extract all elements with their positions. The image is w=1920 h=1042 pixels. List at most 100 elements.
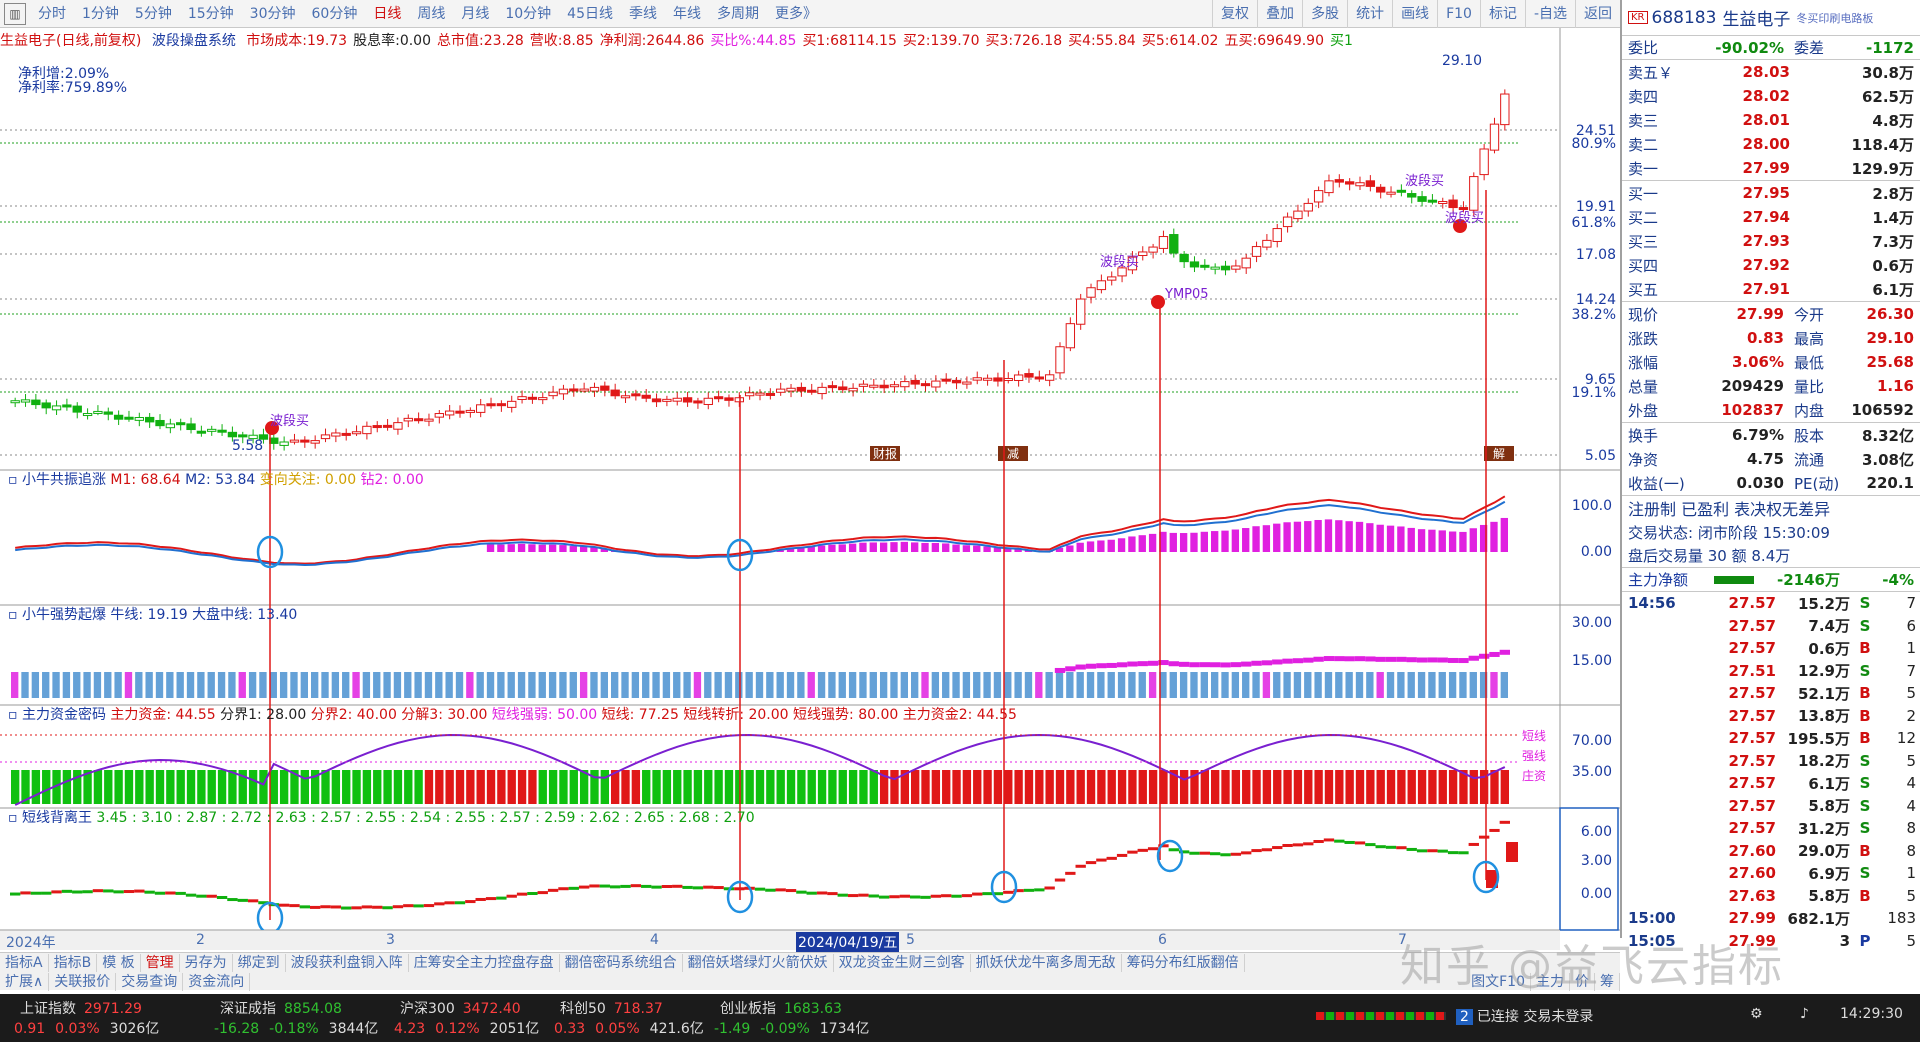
indicator-tab[interactable]: 扩展∧ bbox=[0, 972, 50, 991]
period-tab-12[interactable]: 年线 bbox=[665, 0, 709, 28]
order-book-row[interactable]: 卖三 28.01 4.8万 bbox=[1622, 108, 1920, 132]
candle bbox=[1169, 228, 1179, 258]
window-menu-icon[interactable]: ▥ bbox=[4, 2, 26, 25]
index-quote[interactable]: 深证成指 8854.08 bbox=[220, 998, 342, 1018]
panel1-bar bbox=[1324, 519, 1333, 552]
indicator-tab[interactable]: 双龙资金生财三剑客 bbox=[834, 953, 971, 972]
index-quote[interactable]: 科创50 718.37 bbox=[560, 998, 663, 1018]
book-label: 卖三 bbox=[1628, 111, 1659, 130]
event-tag[interactable]: 减 bbox=[998, 446, 1028, 461]
main-net-row: 主力净额 -2146万 -4% bbox=[1622, 568, 1920, 592]
period-tab-13[interactable]: 多周期 bbox=[709, 0, 767, 28]
candle bbox=[217, 424, 227, 436]
panel3-bar bbox=[662, 770, 672, 804]
period-tab-6[interactable]: 日线 bbox=[365, 0, 409, 28]
tool-button-5[interactable]: F10 bbox=[1437, 0, 1480, 28]
order-book-row[interactable]: 买一 27.95 2.8万 bbox=[1622, 181, 1920, 205]
indicator-tab-right[interactable]: 筹 bbox=[1595, 972, 1620, 991]
tool-button-1[interactable]: 叠加 bbox=[1257, 0, 1302, 28]
event-tag[interactable]: 解 bbox=[1484, 446, 1514, 461]
order-book-row[interactable]: 买二 27.94 1.4万 bbox=[1622, 205, 1920, 229]
candle bbox=[1365, 175, 1376, 192]
index-quote[interactable]: 创业板指 1683.63 bbox=[720, 998, 842, 1018]
period-tab-11[interactable]: 季线 bbox=[621, 0, 665, 28]
indicator-tab[interactable]: 交易查询 bbox=[116, 972, 184, 991]
indicator-tab[interactable]: 筹码分布红版翻倍 bbox=[1122, 953, 1245, 972]
indicator-tab[interactable]: 庄筹安全主力控盘存盘 bbox=[409, 953, 560, 972]
event-tag[interactable]: 财报 bbox=[870, 446, 900, 461]
panel3-bar bbox=[642, 770, 651, 804]
indicator-tab[interactable]: 指标B bbox=[49, 953, 98, 972]
indicator-tab[interactable]: 模 板 bbox=[97, 953, 141, 972]
tool-button-7[interactable]: -自选 bbox=[1524, 0, 1575, 28]
period-tab-5[interactable]: 60分钟 bbox=[304, 0, 366, 28]
order-book-row[interactable]: 买三 27.93 7.3万 bbox=[1622, 229, 1920, 253]
period-tab-4[interactable]: 30分钟 bbox=[242, 0, 304, 28]
panel2-bar bbox=[931, 672, 940, 698]
panel3-bar bbox=[1376, 770, 1385, 804]
panel2-bar bbox=[528, 672, 536, 698]
panel4-step bbox=[1292, 843, 1304, 847]
order-book-row[interactable]: 卖二 28.00 118.4万 bbox=[1622, 132, 1920, 156]
tool-button-8[interactable]: 返回 bbox=[1575, 0, 1620, 28]
period-tab-2[interactable]: 5分钟 bbox=[127, 0, 180, 28]
indicator-tab[interactable]: 翻倍妖塔绿灯火箭伏妖 bbox=[683, 953, 834, 972]
tool-button-2[interactable]: 多股 bbox=[1302, 0, 1347, 28]
tool-button-0[interactable]: 复权 bbox=[1212, 0, 1257, 28]
indicator-tab[interactable]: 翻倍密码系统组合 bbox=[560, 953, 683, 972]
panel2-bar bbox=[548, 672, 557, 698]
bell-icon[interactable]: ♪ bbox=[1800, 1006, 1809, 1022]
settings-icon[interactable]: ⚙ bbox=[1750, 1006, 1763, 1022]
order-book-row[interactable]: 卖五￥ 28.03 30.8万 bbox=[1622, 60, 1920, 84]
indicator-tab[interactable]: 绑定到 bbox=[233, 953, 286, 972]
index-quote[interactable]: 沪深300 3472.40 bbox=[400, 998, 521, 1018]
stat-value: 26.30 bbox=[1866, 305, 1914, 323]
candle bbox=[1189, 256, 1200, 273]
panel2-step bbox=[1168, 661, 1179, 667]
indicator-tab[interactable]: 关联报价 bbox=[49, 972, 117, 991]
indicator-tab[interactable]: 抓妖伏龙牛离多周无敌 bbox=[971, 953, 1122, 972]
order-book-row[interactable]: 买五 27.91 6.1万 bbox=[1622, 277, 1920, 301]
panel2-bar bbox=[724, 672, 733, 698]
indicator-tab-right[interactable]: 价 bbox=[1570, 972, 1595, 991]
panel4-step bbox=[1272, 846, 1283, 850]
indicator-tab-right[interactable]: 图文F10 bbox=[1466, 972, 1531, 991]
indicator-tab[interactable]: 管理 bbox=[141, 953, 180, 972]
tool-button-6[interactable]: 标记 bbox=[1479, 0, 1525, 28]
panel2-bar bbox=[435, 672, 443, 698]
tool-button-4[interactable]: 画线 bbox=[1392, 0, 1437, 28]
panel2-bar bbox=[1355, 672, 1364, 698]
period-tab-8[interactable]: 月线 bbox=[453, 0, 497, 28]
panel2-step bbox=[1416, 657, 1428, 663]
order-book-row[interactable]: 卖四 28.02 62.5万 bbox=[1622, 84, 1920, 108]
period-tab-14[interactable]: 更多》 bbox=[767, 0, 825, 28]
panel3-bar bbox=[1179, 770, 1189, 804]
index-quote[interactable]: 上证指数 2971.29 bbox=[20, 998, 142, 1018]
indicator-tab-right[interactable]: 主力 bbox=[1531, 972, 1570, 991]
panel4-step bbox=[1034, 888, 1045, 892]
indicator-tab[interactable]: 另存为 bbox=[180, 953, 233, 972]
period-tab-10[interactable]: 45日线 bbox=[559, 0, 621, 28]
stock-industry[interactable]: 冬买印刷电路板 bbox=[1796, 10, 1873, 26]
order-book-row[interactable]: 卖一 27.99 129.9万 bbox=[1622, 156, 1920, 180]
connection-status[interactable]: 2 已连接 交易未登录 bbox=[1456, 1006, 1593, 1026]
event-tag-text: 财报 bbox=[873, 446, 897, 461]
period-tab-3[interactable]: 15分钟 bbox=[180, 0, 242, 28]
trade-price: 27.99 bbox=[1728, 909, 1776, 928]
period-tab-9[interactable]: 10分钟 bbox=[497, 0, 559, 28]
indicator-tab[interactable]: 波段获利盘铜入阵 bbox=[286, 953, 409, 972]
panel4-step bbox=[1054, 878, 1066, 882]
panel2-bar bbox=[1438, 672, 1446, 698]
period-tab-1[interactable]: 1分钟 bbox=[74, 0, 127, 28]
tool-button-3[interactable]: 统计 bbox=[1347, 0, 1392, 28]
indicator-tab[interactable]: 资金流向 bbox=[183, 972, 251, 991]
panel2-bar bbox=[704, 672, 712, 698]
period-tab-7[interactable]: 周线 bbox=[409, 0, 453, 28]
chart-area[interactable]: 财报减解 24.5119.9117.0814.249.655.0580.9%61… bbox=[0, 28, 1620, 938]
order-book-row[interactable]: 买四 27.92 0.6万 bbox=[1622, 253, 1920, 277]
tick-trades[interactable]: 14:56 27.57 15.2万 S 7 27.57 7.4万 S 6 27.57 0.6万 B 1 2… bbox=[1622, 592, 1920, 952]
panel3-name: ▫ 主力资金密码 bbox=[8, 706, 110, 723]
panel3-bar bbox=[445, 770, 454, 804]
period-tab-0[interactable]: 分时 bbox=[30, 0, 74, 28]
indicator-tab[interactable]: 指标A bbox=[0, 953, 49, 972]
